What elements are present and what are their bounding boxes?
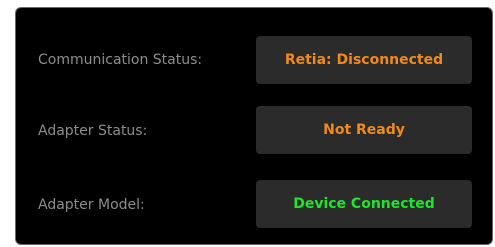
adapter-model-value: Device Connected: [293, 196, 435, 212]
status-panel: Communication Status: Retia: Disconnecte…: [15, 7, 493, 245]
communication-status-value: Retia: Disconnected: [284, 52, 444, 68]
adapter-model-label: Adapter Model:: [38, 197, 145, 213]
adapter-model-box: Device Connected: [256, 180, 472, 228]
adapter-status-value: Not Ready: [323, 122, 405, 138]
communication-status-label: Communication Status:: [38, 52, 203, 68]
adapter-status-box: Not Ready: [256, 106, 472, 154]
communication-status-box: Retia: Disconnected: [256, 36, 472, 84]
adapter-status-label: Adapter Status:: [38, 123, 148, 139]
